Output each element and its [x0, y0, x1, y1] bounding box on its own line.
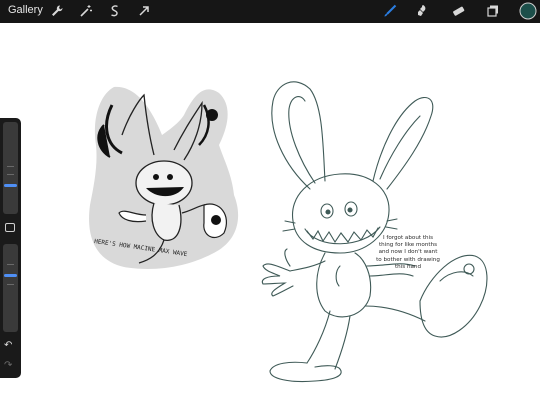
drawing-canvas[interactable]: HERE'S HOW MACINE MAX WAVE I forgot abou… — [0, 23, 540, 405]
color-swatch-icon[interactable] — [519, 2, 537, 20]
top-toolbar: Gallery — [0, 0, 540, 23]
brush-size-slider[interactable] — [3, 122, 18, 214]
slider-tick — [7, 284, 14, 285]
slider-tick — [7, 174, 14, 175]
reference-image: HERE'S HOW MACINE MAX WAVE — [89, 86, 239, 270]
eraser-icon[interactable] — [450, 3, 466, 19]
transform-arrow-icon[interactable] — [136, 3, 152, 19]
layers-icon[interactable] — [485, 3, 501, 19]
brush-icon[interactable] — [382, 3, 398, 19]
opacity-slider[interactable] — [3, 244, 18, 332]
smudge-icon[interactable] — [414, 3, 430, 19]
redo-icon[interactable]: ↷ — [4, 360, 12, 371]
selection-icon[interactable] — [107, 3, 123, 19]
magic-wand-icon[interactable] — [78, 3, 94, 19]
slider-tick — [7, 166, 14, 167]
opacity-handle[interactable] — [4, 274, 17, 277]
undo-icon[interactable]: ↶ — [4, 340, 12, 351]
slider-tick — [7, 264, 14, 265]
rabbit-sketch — [261, 81, 488, 383]
left-sidebar: ↶ ↷ — [0, 118, 21, 378]
modify-button[interactable] — [5, 223, 15, 232]
wrench-icon[interactable] — [49, 3, 65, 19]
gallery-button[interactable]: Gallery — [8, 4, 43, 16]
handwritten-note: I forgot about this thing for like month… — [376, 235, 440, 270]
brush-size-handle[interactable] — [4, 184, 17, 187]
